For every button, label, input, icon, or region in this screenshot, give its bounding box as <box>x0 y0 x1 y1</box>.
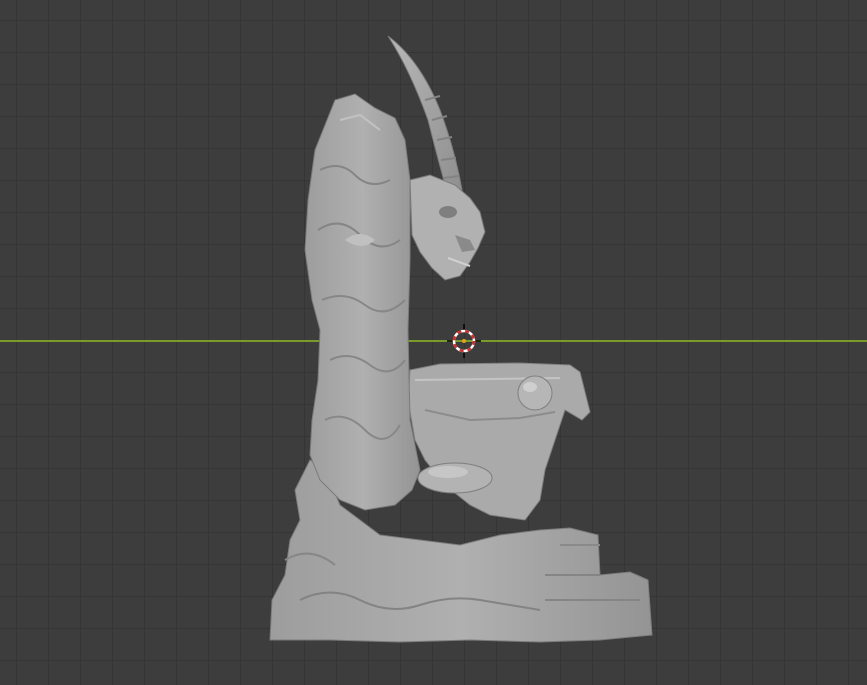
3d-cursor-icon[interactable] <box>447 324 481 358</box>
orb <box>517 375 553 411</box>
skull-head <box>409 174 486 281</box>
3d-viewport[interactable] <box>0 0 867 685</box>
sculpted-throne-model[interactable] <box>0 0 867 685</box>
seat-block <box>407 362 591 521</box>
